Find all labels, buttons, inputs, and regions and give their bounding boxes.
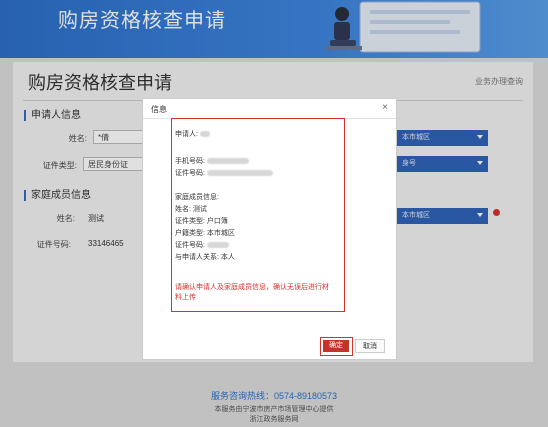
confirm-button[interactable]: 确定 — [323, 340, 349, 352]
confirm-notice: 请确认申请人及家庭成员信息，确认无误后进行材料上传 — [175, 284, 329, 301]
dialog-title: 信息 — [151, 105, 167, 114]
idno-redacted — [206, 170, 273, 177]
fm-idno-row: 证件号码: — [175, 240, 229, 250]
phone-redacted — [206, 158, 249, 165]
ok-button-highlight: 确定 — [320, 337, 353, 356]
fm-hukou: 户籍类型: 本市城区 — [175, 230, 235, 237]
fm-name: 姓名: 测试 — [175, 206, 207, 213]
idno-row: 证件号码: — [175, 168, 273, 178]
phone-row: 手机号码: — [175, 156, 249, 166]
cancel-button[interactable]: 取消 — [355, 339, 385, 353]
close-icon[interactable]: × — [382, 102, 388, 113]
fm-idno-label: 证件号码: — [175, 242, 205, 249]
fm-idno-redacted — [206, 242, 229, 249]
family-header: 家庭成员信息: — [175, 194, 219, 201]
fm-idtype: 证件类型: 户口簿 — [175, 218, 228, 225]
info-dialog: 信息 × 申请人: 手机号码: 证件号码: 家庭成员信息: 姓名: 测试 证件类… — [142, 98, 397, 360]
idno-label: 证件号码: — [175, 170, 205, 177]
applicant-label: 申请人: — [175, 131, 198, 138]
fm-relation: 与申请人关系: 本人 — [175, 254, 235, 261]
phone-label: 手机号码: — [175, 158, 205, 165]
applicant-redacted — [199, 131, 210, 138]
applicant-row: 申请人: — [175, 129, 210, 139]
